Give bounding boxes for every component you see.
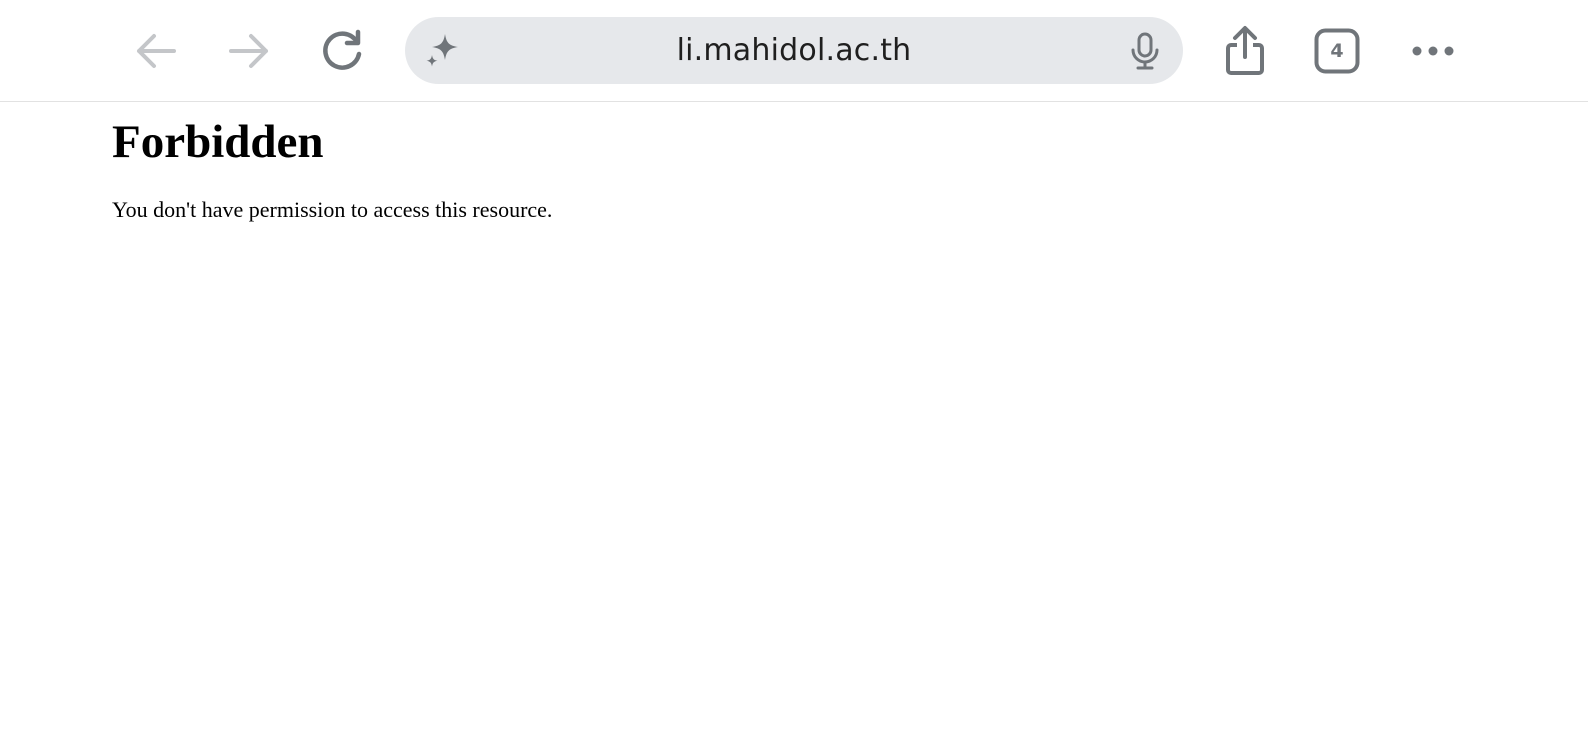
page-title: Forbidden (112, 116, 324, 168)
url-text[interactable]: li.mahidol.ac.th (405, 17, 1183, 84)
page-content: Forbidden You don't have permission to a… (112, 102, 1512, 224)
share-icon (1226, 26, 1264, 75)
reload-button[interactable] (314, 24, 370, 78)
forward-button[interactable] (221, 26, 277, 76)
back-button[interactable] (128, 26, 184, 76)
more-icon (1412, 46, 1454, 56)
tabs-button[interactable]: 4 (1314, 28, 1360, 74)
share-button[interactable] (1220, 22, 1270, 80)
reload-icon (323, 29, 362, 70)
browser-toolbar: li.mahidol.ac.th 4 (0, 0, 1588, 102)
tab-count: 4 (1330, 40, 1344, 62)
arrow-left-icon (137, 34, 176, 68)
mic-icon[interactable] (1125, 31, 1165, 71)
more-button[interactable] (1408, 34, 1458, 68)
error-message: You don't have permission to access this… (112, 197, 553, 222)
arrow-right-icon (229, 34, 268, 68)
address-bar[interactable]: li.mahidol.ac.th (405, 17, 1183, 84)
